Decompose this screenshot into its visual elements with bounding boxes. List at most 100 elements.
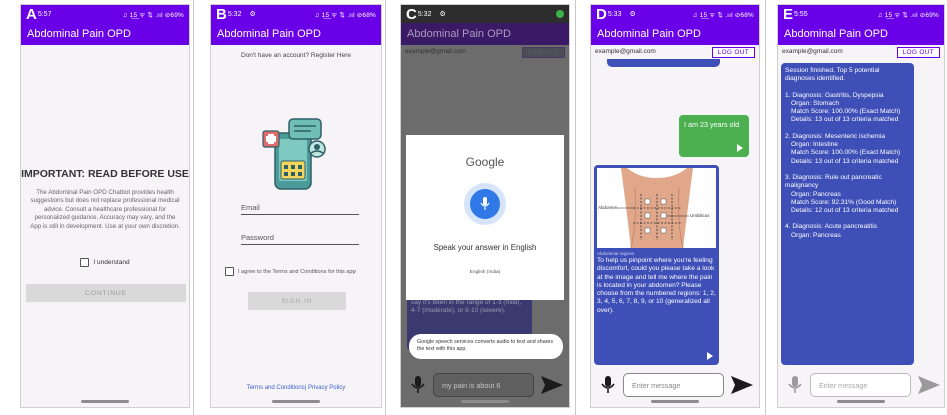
logout-button[interactable]: LOG OUT — [521, 47, 565, 58]
panel-separator — [575, 0, 576, 415]
app-title: Abdominal Pain OPD — [27, 28, 131, 40]
send-arrow-icon[interactable] — [541, 376, 563, 394]
image-caption: Abdominal regions — [597, 251, 635, 256]
settings-status-icon: ⚙ — [249, 11, 256, 18]
app-bar: Abdominal Pain OPD — [21, 23, 189, 45]
diagnosis-title: 3. Diagnosis: Rule out pancreatic malign… — [785, 173, 882, 190]
google-voice-dialog: Google Speak your answer in English Engl… — [406, 135, 564, 300]
user-message-text: I am 23 years old — [684, 120, 740, 129]
mic-active-indicator — [556, 10, 564, 18]
nav-gesture-bar[interactable] — [81, 400, 129, 403]
logout-button[interactable]: LOG OUT — [711, 47, 755, 58]
nav-gesture-bar[interactable] — [272, 400, 320, 403]
password-field[interactable]: Password — [241, 233, 359, 245]
diagnosis-organ: Organ: Pancreas — [791, 231, 841, 239]
status-bar: E 5:55 ♫ 1̲5̲ ᯤ ⇅ .ııl ⊘69% — [778, 5, 944, 23]
status-bar: B 5:32 ⚙ ♫ 1̲5̲ ᯤ ⇅ .ııl ⊘68% — [211, 5, 381, 23]
message-composer: Enter message — [591, 370, 759, 398]
status-icons: ♫ 1̲5̲ ᯤ ⇅ .ııl ⊘68% — [692, 11, 754, 19]
sign-in-button[interactable]: SIGN IN — [248, 292, 346, 310]
diagnosis-details: Details: 13 out of 13 criteria matched — [791, 157, 899, 165]
understand-checkbox[interactable] — [80, 258, 90, 267]
nav-gesture-bar[interactable] — [837, 400, 885, 403]
disclaimer-body: The Abdominal Pain OPD Chatbot provides … — [30, 189, 180, 230]
disclaimer-heading: IMPORTANT: READ BEFORE USE — [21, 168, 189, 180]
account-email: example@gmail.com — [405, 48, 466, 55]
diagnosis-organ: Organ: Pancreas — [791, 190, 841, 198]
phone-panel-b: B 5:32 ⚙ ♫ 1̲5̲ ᯤ ⇅ .ııl ⊘68% Abdominal … — [210, 4, 382, 408]
figure: A 5:57 ♫ 1̲5̲ ᯤ ⇅ .ııl ⊘69% Abdominal Pa… — [0, 0, 947, 415]
panel-separator — [765, 0, 766, 415]
status-time: 5:55 — [794, 10, 808, 18]
nav-gesture-bar[interactable] — [651, 400, 699, 403]
microphone-icon[interactable] — [470, 189, 500, 219]
message-input[interactable]: Enter message — [623, 373, 724, 397]
status-time: 5:32 — [417, 10, 432, 18]
diagnosis-details: Details: 12 out of 13 criteria matched — [791, 207, 899, 215]
diagnosis-item: 2. Diagnosis: Mesenteric ischemia Organ:… — [785, 133, 910, 166]
status-bar: C 5:32 ⚙ — [401, 5, 569, 23]
app-bar: Abdominal Pain OPD — [211, 23, 381, 45]
panel-separator — [193, 0, 194, 415]
diagnosis-title: 2. Diagnosis: Mesenteric ischemia — [785, 132, 886, 140]
message-composer: Enter message — [778, 370, 944, 398]
diagnosis-results-bubble: Session finished. Top 5 potential diagno… — [781, 63, 914, 365]
panel-letter: C — [406, 5, 417, 23]
speech-services-toast: Google speech services converts audio to… — [409, 334, 563, 359]
understand-label: I understand — [93, 259, 130, 266]
diagnosis-score: Match Score: 100.00% (Exact Match) — [791, 108, 901, 116]
umbilicus-label: Umbilicus — [690, 213, 710, 218]
microphone-icon[interactable] — [411, 376, 425, 394]
message-input-placeholder: Enter message — [632, 380, 681, 390]
diagnosis-item: 3. Diagnosis: Rule out pancreatic malign… — [785, 174, 910, 215]
account-row: example@gmail.com LOG OUT — [401, 46, 569, 60]
app-title: Abdominal Pain OPD — [217, 28, 321, 40]
footer-links[interactable]: Terms and Conditions| Privacy Policy — [211, 385, 381, 391]
app-title: Abdominal Pain OPD — [784, 28, 888, 40]
speak-prompt: Speak your answer in English — [433, 243, 537, 252]
understand-checkbox-row[interactable]: I understand — [21, 258, 189, 267]
terms-checkbox[interactable] — [225, 267, 234, 276]
status-time: 5:32 — [227, 10, 242, 18]
diagnosis-details: Details: 13 out of 13 criteria matched — [791, 116, 899, 124]
status-icons: ♫ 1̲5̲ ᯤ ⇅ .ııl ⊘68% — [314, 11, 376, 19]
status-bar: A 5:57 ♫ 1̲5̲ ᯤ ⇅ .ııl ⊘69% — [21, 5, 189, 23]
account-row: example@gmail.com LOG OUT — [591, 46, 759, 60]
settings-status-icon: ⚙ — [629, 11, 636, 18]
diagnosis-score: Match Score: 92.31% (Good Match) — [791, 198, 897, 206]
diagnosis-score: Match Score: 100.00% (Exact Match) — [791, 149, 901, 157]
user-message-bubble: I am 23 years old — [679, 115, 749, 157]
send-arrow-icon[interactable] — [731, 376, 753, 394]
panel-letter: B — [216, 5, 227, 23]
nav-gesture-bar[interactable] — [461, 400, 509, 403]
send-arrow-icon[interactable] — [918, 376, 940, 394]
microphone-icon[interactable] — [788, 376, 802, 394]
panel-letter: E — [783, 5, 794, 23]
panel-letter: D — [596, 5, 607, 23]
diagnosis-title: 1. Diagnosis: Gastritis, Dyspepsia — [785, 91, 884, 99]
continue-button[interactable]: CONTINUE — [26, 284, 186, 302]
message-input[interactable]: my pain is about 6 — [433, 373, 534, 397]
play-icon[interactable] — [737, 144, 743, 152]
logout-button[interactable]: LOG OUT — [896, 47, 940, 58]
app-title: Abdominal Pain OPD — [407, 28, 511, 40]
google-title: Google — [465, 155, 505, 169]
app-title: Abdominal Pain OPD — [597, 28, 701, 40]
register-link[interactable]: Don't have an account? Register Here — [211, 52, 381, 59]
diagnosis-item: 4. Diagnosis: Acute pancreatitis Organ: … — [785, 223, 910, 240]
bot-message-text: To help us pinpoint where you're feeling… — [597, 257, 716, 314]
microphone-icon[interactable] — [601, 376, 615, 394]
language-selector[interactable]: English (India) — [406, 270, 564, 275]
play-icon[interactable] — [707, 352, 713, 360]
diagnosis-item: 1. Diagnosis: Gastritis, Dyspepsia Organ… — [785, 92, 910, 125]
email-field[interactable]: Email — [241, 203, 359, 215]
bot-message-bubble: Abdomen Umbilicus Abdominal regions To h… — [594, 165, 719, 365]
account-email: example@gmail.com — [595, 48, 656, 55]
previous-bot-message — [607, 59, 720, 67]
panel-separator — [385, 0, 386, 415]
message-input[interactable]: Enter message — [810, 373, 911, 397]
terms-checkbox-row[interactable]: I agree to the Terms and Conditions for … — [225, 267, 375, 276]
status-icons: ♫ 1̲5̲ ᯤ ⇅ .ııl ⊘69% — [122, 11, 184, 19]
voice-listening-indicator[interactable] — [464, 183, 506, 225]
terms-label: I agree to the Terms and Conditions for … — [238, 268, 356, 275]
